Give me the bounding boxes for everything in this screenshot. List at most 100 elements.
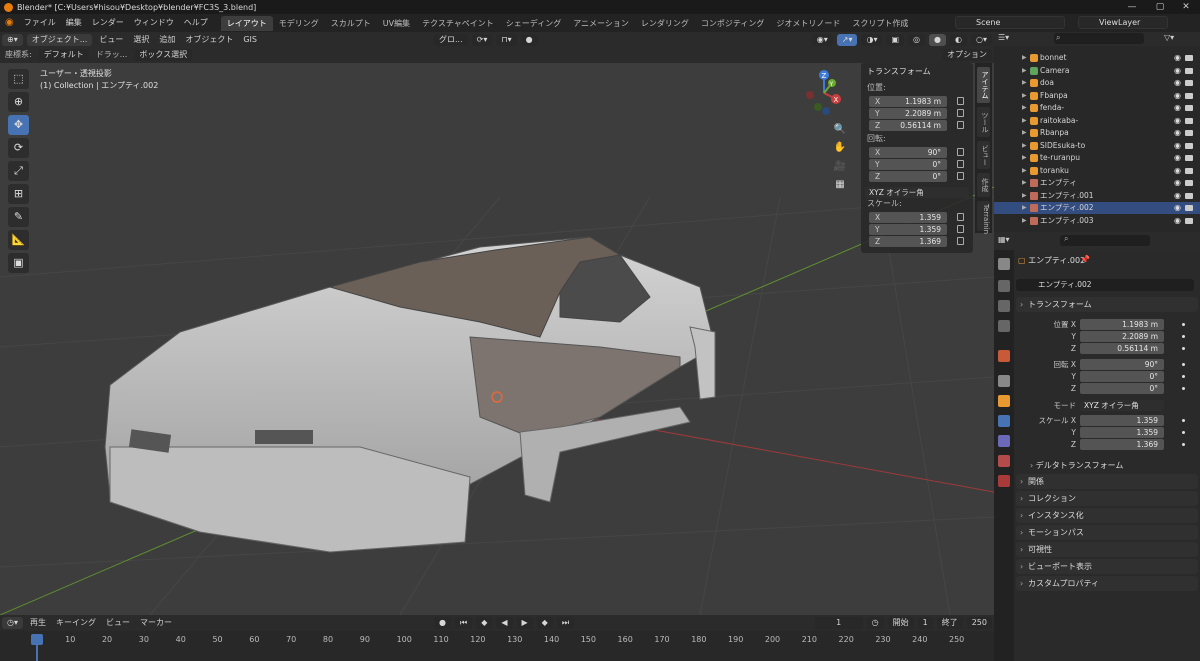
properties-section-header[interactable]: モーションパス	[1016, 525, 1198, 540]
camera-render-icon[interactable]	[1185, 67, 1193, 74]
scene-selector[interactable]: Scene	[955, 16, 1065, 29]
eye-icon[interactable]: ◉	[1174, 140, 1181, 152]
eye-icon[interactable]: ◉	[1174, 127, 1181, 139]
snap-icon[interactable]: ⊓▾	[496, 33, 517, 46]
move-tool-icon[interactable]: ✥	[8, 115, 29, 135]
tab-animation[interactable]: アニメーション	[567, 16, 635, 31]
rotate-tool-icon[interactable]: ⟳	[8, 138, 29, 158]
keyframe-dot-icon[interactable]	[1182, 363, 1185, 366]
pan-hand-icon[interactable]: ✋	[833, 141, 847, 155]
mode-dropdown[interactable]: オブジェクト...	[26, 33, 93, 46]
scale-x-row[interactable]: 1.359 X	[865, 212, 973, 223]
tab-texture-paint[interactable]: テクスチャペイント	[416, 16, 500, 31]
scale-tool-icon[interactable]: ⤢	[8, 161, 29, 181]
eye-icon[interactable]: ◉	[1174, 77, 1181, 89]
location-z-row[interactable]: 0.56114 mZ	[865, 120, 973, 131]
tab-uv[interactable]: UV編集	[377, 16, 416, 31]
tab-shading[interactable]: シェーディング	[500, 16, 567, 31]
properties-search-input[interactable]	[1060, 235, 1150, 246]
expand-arrow-icon[interactable]: ▶	[1022, 202, 1027, 214]
tab-sculpt[interactable]: スカルプト	[325, 16, 377, 31]
rotation-z-row[interactable]: 0° Z	[865, 171, 973, 182]
camera-render-icon[interactable]	[1185, 205, 1193, 211]
prop-rotation-y-field[interactable]: 0°	[1080, 371, 1164, 382]
properties-section-header[interactable]: 関係	[1016, 474, 1198, 489]
editor-type-button[interactable]: ⊕▾	[2, 33, 23, 46]
tab-view[interactable]: ビュー	[977, 141, 990, 169]
lock-icon[interactable]	[957, 172, 964, 180]
prop-scale-x-field[interactable]: 1.359	[1080, 415, 1164, 426]
expand-arrow-icon[interactable]: ▶	[1022, 190, 1027, 202]
camera-render-icon[interactable]	[1185, 142, 1193, 149]
lock-icon[interactable]	[957, 237, 964, 245]
keyframe-dot-icon[interactable]	[1182, 419, 1185, 422]
timeline-ruler[interactable]: 1102030405060708090100110120130140150160…	[0, 615, 994, 661]
proportional-edit-icon[interactable]: ●	[520, 33, 538, 46]
zoom-icon[interactable]: 🔍	[833, 123, 847, 137]
xray-icon[interactable]: ▣	[886, 33, 905, 46]
expand-arrow-icon[interactable]: ▶	[1022, 140, 1027, 152]
rotation-z-field[interactable]: 0°	[869, 171, 947, 182]
camera-render-icon[interactable]	[1185, 92, 1193, 99]
keyframe-dot-icon[interactable]	[1182, 387, 1185, 390]
transform-tool-icon[interactable]: ⊞	[8, 184, 29, 204]
overlay-icon[interactable]: ◑▾	[861, 33, 883, 46]
properties-editor-type-icon[interactable]: ▦▾	[998, 235, 1010, 244]
view-layer-selector[interactable]: ViewLayer	[1078, 16, 1168, 29]
measure-tool-icon[interactable]: 📐	[8, 230, 29, 250]
tab-scripting[interactable]: スクリプト作成	[846, 16, 914, 31]
outliner-row[interactable]: ▶ エンプティ.001 ◉	[994, 190, 1200, 202]
expand-arrow-icon[interactable]: ▶	[1022, 102, 1027, 114]
tool-tab-icon[interactable]	[998, 258, 1010, 270]
eye-icon[interactable]: ◉	[1174, 165, 1181, 177]
properties-section-header[interactable]: カスタムプロパティ	[1016, 576, 1198, 591]
shading-wireframe-icon[interactable]: ◎	[908, 33, 926, 46]
eye-icon[interactable]: ◉	[1174, 177, 1181, 189]
keyframe-dot-icon[interactable]	[1182, 323, 1185, 326]
prop-location-x-field[interactable]: 1.1983 m	[1080, 319, 1164, 330]
outliner-row[interactable]: ▶ toranku ◉	[994, 165, 1200, 177]
playhead[interactable]	[31, 634, 43, 645]
pivot-icon[interactable]: ⟳▾	[471, 33, 493, 46]
camera-render-icon[interactable]	[1185, 167, 1193, 174]
drag-dropdown[interactable]: ボックス選択	[134, 49, 193, 61]
prop-rotation-z-field[interactable]: 0°	[1080, 383, 1164, 394]
prop-location-y-field[interactable]: 2.2089 m	[1080, 331, 1164, 342]
rotation-x-row[interactable]: 90° X	[865, 147, 973, 158]
tab-compositing[interactable]: コンポジティング	[695, 16, 771, 31]
properties-section-header[interactable]: 可視性	[1016, 542, 1198, 557]
lock-icon[interactable]	[957, 148, 964, 156]
object-name-field[interactable]: エンプティ.002	[1016, 279, 1194, 291]
expand-arrow-icon[interactable]: ▶	[1022, 165, 1027, 177]
rotation-y-field[interactable]: 0°	[869, 159, 947, 170]
delta-transform-subpanel[interactable]: › デルタトランスフォーム	[1030, 460, 1123, 471]
keyframe-dot-icon[interactable]	[1182, 443, 1185, 446]
render-tab-icon[interactable]	[998, 280, 1010, 292]
keyframe-dot-icon[interactable]	[1182, 375, 1185, 378]
visibility-icon[interactable]: ◉▾	[811, 33, 833, 46]
minimize-button[interactable]: —	[1118, 0, 1146, 14]
camera-view-icon[interactable]: 🎥	[833, 160, 847, 174]
menu-edit[interactable]: 編集	[61, 14, 87, 32]
tab-modeling[interactable]: モデリング	[273, 16, 325, 31]
location-x-row[interactable]: 1.1983 mX	[865, 96, 973, 107]
expand-arrow-icon[interactable]: ▶	[1022, 152, 1027, 164]
transform-section-header[interactable]: トランスフォーム	[1016, 297, 1198, 312]
lock-icon[interactable]	[957, 97, 964, 105]
menu-help[interactable]: ヘルプ	[179, 14, 213, 32]
expand-arrow-icon[interactable]: ▶	[1022, 115, 1027, 127]
maximize-button[interactable]: ▢	[1146, 0, 1174, 14]
lock-icon[interactable]	[957, 109, 964, 117]
prop-location-z-field[interactable]: 0.56114 m	[1080, 343, 1164, 354]
eye-icon[interactable]: ◉	[1174, 115, 1181, 127]
outliner-editor-type-icon[interactable]: ☰▾	[998, 33, 1009, 42]
menu-add[interactable]: 追加	[154, 31, 180, 49]
keyframe-dot-icon[interactable]	[1182, 431, 1185, 434]
keyframe-dot-icon[interactable]	[1182, 347, 1185, 350]
outliner-row[interactable]: ▶ Fbanpa ◉	[994, 90, 1200, 102]
scale-y-row[interactable]: 1.359 Y	[865, 224, 973, 235]
gizmo-toggle-icon[interactable]: ↗▾	[836, 33, 858, 46]
filter-icon[interactable]: ▽▾	[1164, 33, 1174, 42]
location-x-field[interactable]: 1.1983 m	[869, 96, 947, 107]
outliner-row[interactable]: ▶ Camera ◉	[994, 65, 1200, 77]
